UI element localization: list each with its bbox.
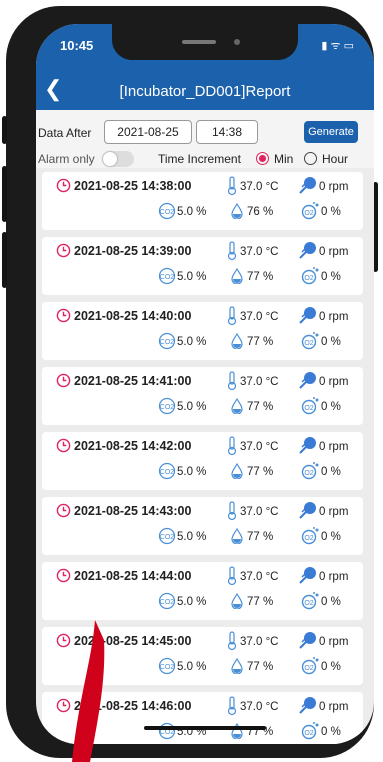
red-arrow-shape (72, 620, 105, 762)
annotation-arrow (72, 620, 105, 762)
